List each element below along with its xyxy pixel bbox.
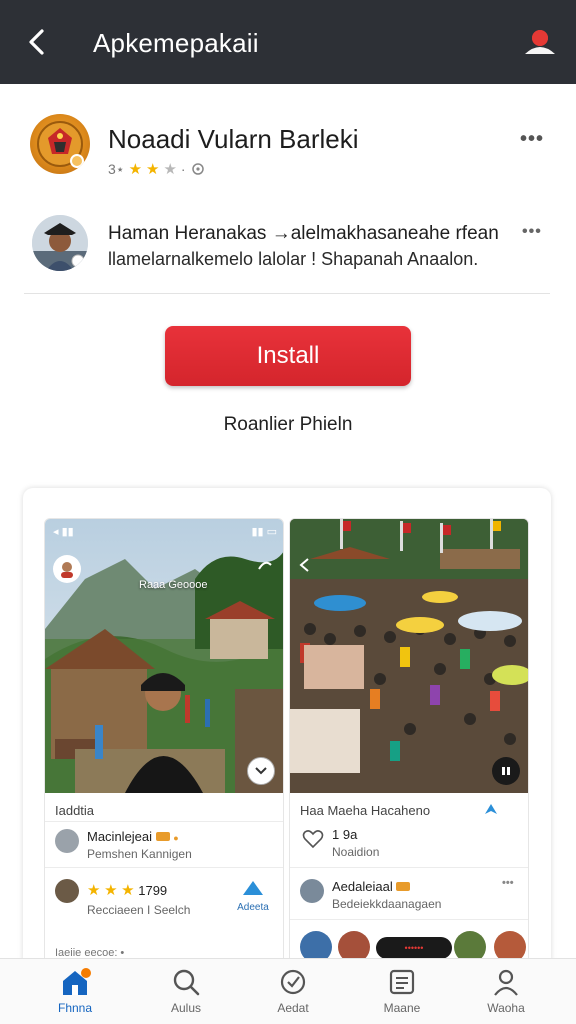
send-icon[interactable] bbox=[484, 803, 498, 815]
review-subtitle: Recciaeen I Seelch bbox=[87, 903, 191, 917]
feed-item-right[interactable]: Haa Maeha Hacaheno 1 9a Noaidion Aedalei… bbox=[289, 518, 529, 968]
playback-button[interactable] bbox=[492, 757, 520, 785]
crowd-scene-image bbox=[290, 519, 528, 793]
home-icon bbox=[63, 968, 91, 995]
updates-icon bbox=[280, 969, 306, 995]
live-badge[interactable]: •••••• bbox=[376, 937, 452, 959]
nav-home[interactable]: Fhnna bbox=[35, 967, 115, 1023]
photo-caption: Iaddtia bbox=[55, 803, 95, 818]
reviewer-avatar[interactable] bbox=[55, 879, 79, 903]
feed-item-left[interactable]: ◂ ▮▮ ▮▮ ▭ Raaa Geoooe Iaddtia Macinlejea… bbox=[44, 518, 284, 968]
commenter-name-text: Macinlejeai bbox=[87, 829, 153, 844]
app-badge bbox=[70, 154, 84, 168]
star-icon: ★ bbox=[121, 882, 135, 899]
divider bbox=[24, 293, 550, 294]
commenter-avatar[interactable] bbox=[55, 829, 79, 853]
photo-caption: Haa Maeha Hacaheno bbox=[300, 803, 431, 818]
app-summary: Noaadi Vularn Barleki 3⋆ ★ ★ ★ · ••• bbox=[0, 84, 576, 196]
like-subtitle: Noaidion bbox=[332, 845, 380, 859]
like-count: 1 9a bbox=[332, 827, 358, 842]
rating-line: 3⋆ ★ ★ ★ · bbox=[108, 160, 206, 178]
poster-avatar[interactable] bbox=[300, 879, 324, 903]
developer-row[interactable]: Haman Heranakas →alelmakhasaneahe rfean … bbox=[0, 205, 576, 293]
nav-label: Maane bbox=[383, 1001, 421, 1015]
dot-icon: ● bbox=[173, 833, 179, 843]
village-scene-image bbox=[45, 519, 283, 793]
badge-icon bbox=[155, 832, 170, 841]
settings-icon bbox=[191, 163, 204, 175]
rating-suffix: · bbox=[180, 161, 186, 177]
nav-label: Aulus bbox=[170, 1001, 202, 1015]
poster-avatar[interactable] bbox=[53, 555, 81, 583]
review-rating: ★ ★ ★ 1799 bbox=[87, 881, 167, 899]
share-label: Adeeta bbox=[237, 902, 269, 913]
more-options-button[interactable]: ••• bbox=[520, 128, 544, 151]
developer-line-1: Haman Heranakas →alelmakhasaneahe rfean bbox=[108, 223, 499, 244]
share-button[interactable]: Adeeta bbox=[231, 879, 275, 913]
expand-button[interactable] bbox=[247, 757, 275, 785]
screenshot-feed-card: ◂ ▮▮ ▮▮ ▭ Raaa Geoooe Iaddtia Macinlejea… bbox=[23, 488, 551, 968]
nav-library[interactable]: Maane bbox=[362, 967, 442, 1023]
poster-name: Aedaleiaal bbox=[332, 879, 411, 894]
chevron-down-icon bbox=[255, 767, 267, 775]
star-icon: ★ bbox=[104, 882, 118, 899]
village-photo[interactable]: ◂ ▮▮ ▮▮ ▭ Raaa Geoooe bbox=[45, 519, 283, 793]
photo-overlay-text: Raaa Geoooe bbox=[139, 579, 208, 591]
secondary-action-link[interactable]: Roanlier Phieln bbox=[0, 414, 576, 436]
commenter-subtitle: Pemshen Kannigen bbox=[87, 847, 192, 861]
nav-search[interactable]: Aulus bbox=[146, 967, 226, 1023]
app-name: Noaadi Vularn Barleki bbox=[108, 124, 359, 154]
star-icon: ★ bbox=[87, 882, 101, 899]
chevron-left-icon[interactable] bbox=[22, 26, 54, 58]
user-avatar-icon bbox=[61, 562, 73, 578]
heart-icon[interactable] bbox=[302, 829, 324, 849]
bottom-navigation: Fhnna Aulus Aedat Maane Waoha bbox=[0, 958, 576, 1024]
chevron-left-icon[interactable] bbox=[298, 557, 310, 573]
divider bbox=[290, 867, 528, 868]
developer-line-2: llamelarnalkemelo lalolar ! Shapanah Ana… bbox=[108, 249, 479, 269]
share-arrow-icon[interactable] bbox=[257, 559, 273, 571]
search-icon bbox=[173, 969, 200, 996]
rating-value: 1799 bbox=[138, 883, 168, 898]
nav-updates[interactable]: Aedat bbox=[253, 967, 333, 1023]
poster-subtitle: Bedeiekkdaanagaen bbox=[332, 897, 442, 911]
nav-profile[interactable]: Waoha bbox=[466, 967, 546, 1023]
developer-more-button[interactable]: ••• bbox=[522, 223, 542, 241]
more-options-button[interactable]: ••• bbox=[502, 877, 514, 889]
divider bbox=[290, 919, 528, 920]
profile-icon bbox=[494, 969, 518, 996]
rating-text: 3⋆ bbox=[108, 160, 125, 177]
nav-label: Fhnna bbox=[57, 1001, 93, 1015]
badge-icon bbox=[396, 882, 411, 891]
nav-label: Aedat bbox=[277, 1001, 309, 1015]
status-bar-left: ◂ ▮▮ bbox=[53, 526, 74, 538]
star-icon: ★ bbox=[163, 161, 177, 178]
star-icon: ★ bbox=[146, 161, 160, 178]
star-icon: ★ bbox=[128, 161, 143, 178]
install-button[interactable]: Install bbox=[165, 326, 411, 386]
festival-photo[interactable] bbox=[290, 519, 528, 793]
divider bbox=[45, 821, 283, 822]
commenter-name: Macinlejeai ● bbox=[87, 829, 179, 844]
app-header: Apkemepakaii bbox=[0, 0, 576, 84]
pause-icon bbox=[502, 767, 510, 775]
divider bbox=[45, 867, 283, 868]
status-bar-right: ▮▮ ▭ bbox=[251, 526, 277, 538]
poster-name-text: Aedaleiaal bbox=[332, 879, 393, 894]
header-title: Apkemepakaii bbox=[93, 28, 259, 58]
account-icon[interactable] bbox=[520, 22, 560, 62]
document-icon bbox=[389, 969, 415, 995]
send-icon bbox=[243, 881, 263, 895]
app-icon bbox=[30, 114, 90, 174]
developer-avatar bbox=[32, 215, 88, 271]
nav-label: Waoha bbox=[487, 1001, 525, 1015]
